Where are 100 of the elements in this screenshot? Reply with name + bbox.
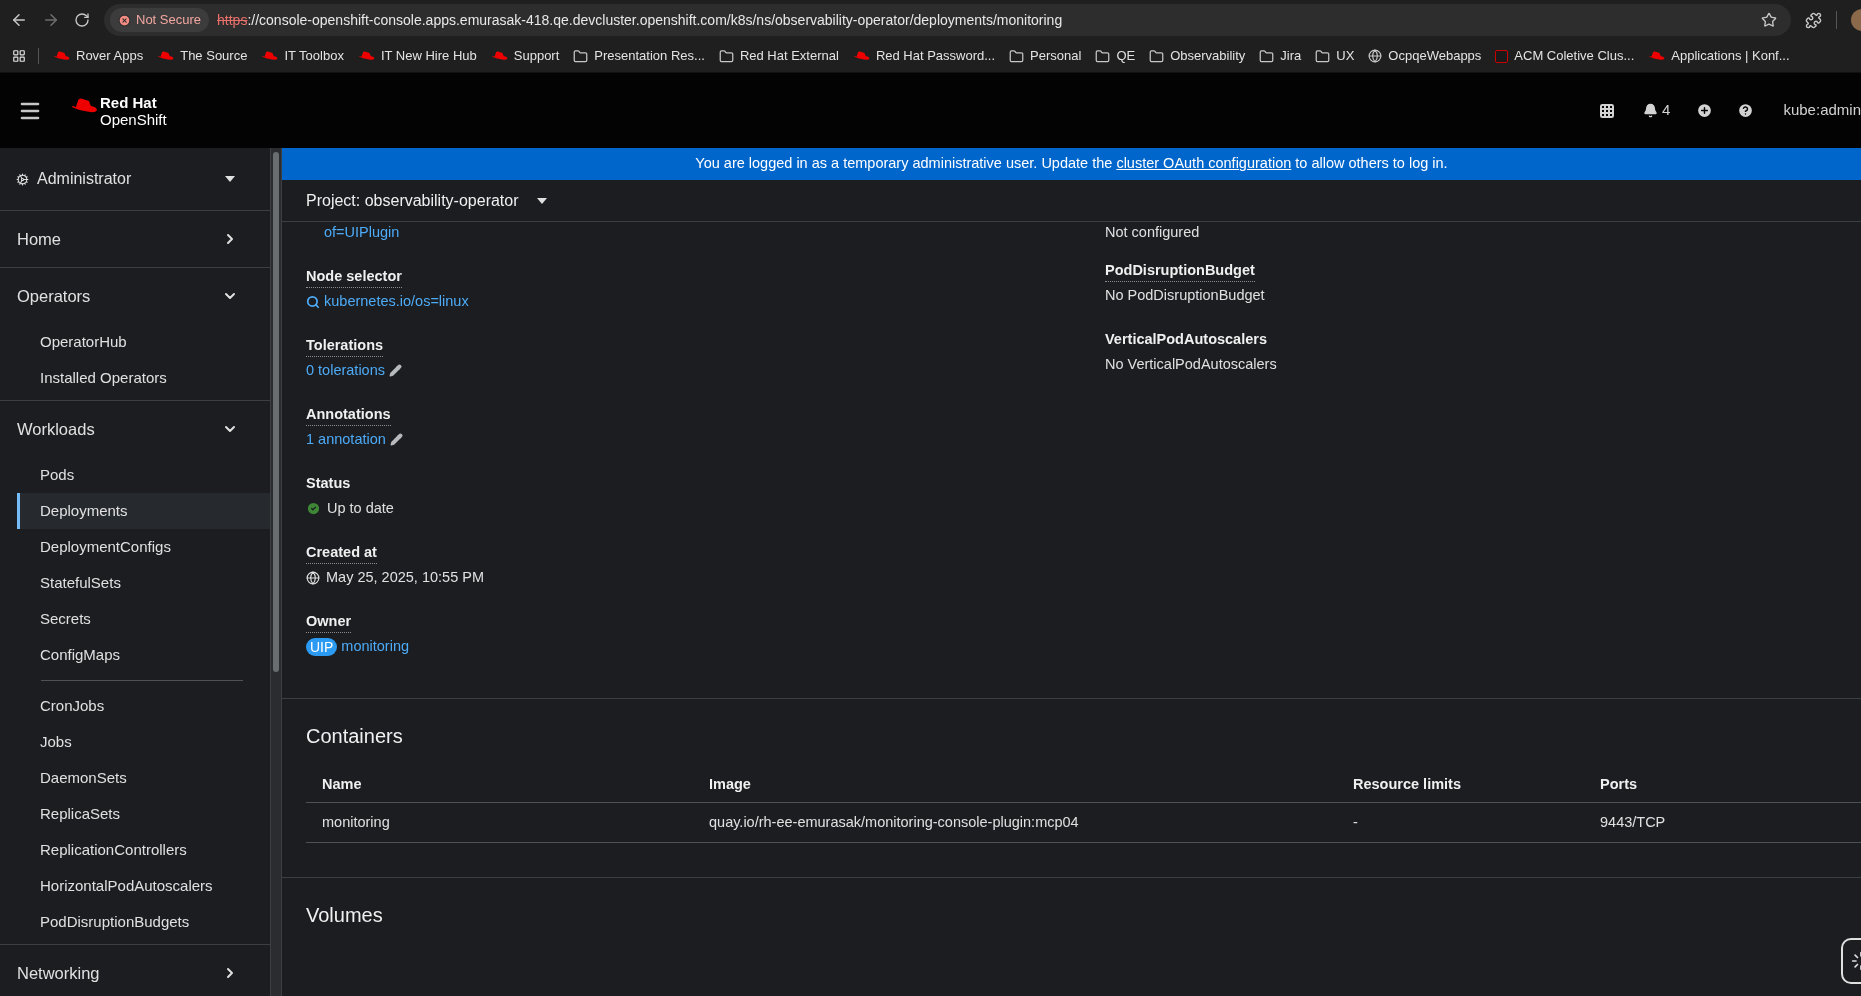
nav-item[interactable]: PodDisruptionBudgets	[17, 904, 270, 940]
field-label: Status	[306, 474, 351, 493]
app-launcher-icon[interactable]	[1599, 102, 1616, 119]
security-chip[interactable]: Not Secure	[110, 8, 210, 32]
node-selector-link[interactable]: kubernetes.io/os=linux	[306, 291, 1105, 312]
banner-message: You are logged in as a temporary administrative user. Update the cluster OAuth configuration to allow others to log in.	[695, 154, 1448, 174]
caret-icon	[536, 197, 547, 204]
nav-item[interactable]: StatefulSets	[17, 565, 270, 601]
brand-logo[interactable]: Red Hat OpenShift	[70, 93, 167, 128]
nav-item[interactable]: OperatorHub	[17, 324, 270, 360]
warning-icon	[118, 13, 131, 27]
app-icon	[1495, 49, 1509, 63]
nav-item[interactable]: Jobs	[17, 724, 270, 760]
fedora-hat-icon	[490, 50, 508, 62]
field-label: Node selector	[306, 266, 402, 288]
field-value: Not configured	[1105, 223, 1201, 242]
cogs-icon	[16, 172, 29, 186]
column-header: Ports	[1599, 774, 1639, 794]
nav-item[interactable]: Pods	[17, 457, 270, 493]
bookmark-item[interactable]: The Source	[157, 46, 248, 66]
nav-item[interactable]: ConfigMaps	[17, 637, 270, 673]
folder-icon	[718, 48, 734, 64]
bookmark-item[interactable]: Rover Apps	[53, 46, 144, 66]
back-icon[interactable]	[10, 11, 28, 29]
nav-section[interactable]: Home	[0, 211, 270, 267]
address-bar[interactable]: Not Secure https://console-openshift-console.apps.emurasak-418.qe.devcluster.openshift.com/k8s/ns/observability-operator/deployments/monitoring	[104, 4, 1791, 36]
bookmark-item[interactable]: Observability	[1149, 46, 1246, 66]
check-circle-icon	[306, 501, 321, 516]
project-dropdown[interactable]: Project: observability-operator	[306, 188, 547, 213]
bookmark-item[interactable]: Applications | Konf...	[1648, 46, 1790, 66]
sidebar-scrollbar[interactable]	[270, 148, 282, 996]
nav-section[interactable]: Workloads	[0, 401, 270, 457]
bell-icon	[1643, 103, 1659, 118]
bookmark-item[interactable]: Presentation Res...	[573, 46, 705, 66]
column-header: Image	[708, 774, 752, 794]
field-label: Annotations	[306, 404, 391, 426]
bookmark-item[interactable]: IT Toolbox	[261, 46, 344, 66]
field-value: No PodDisruptionBudget	[1105, 287, 1265, 303]
nav-item[interactable]: Secrets	[17, 601, 270, 637]
table-cell-text: 9443/TCP	[1599, 812, 1667, 832]
fedora-hat-icon	[1648, 50, 1666, 62]
search-icon	[306, 294, 320, 309]
field-label: Owner	[306, 611, 352, 633]
fedora-hat-icon	[261, 50, 279, 62]
owner-link[interactable]: monitoring	[341, 636, 410, 657]
nav-item[interactable]: DaemonSets	[17, 760, 270, 796]
fedora-hat-icon	[157, 50, 175, 62]
nav-item[interactable]: Deployments	[17, 493, 270, 529]
reload-icon[interactable]	[74, 12, 90, 28]
folder-icon	[573, 48, 589, 64]
bookmark-item[interactable]: ACM Coletive Clus...	[1495, 46, 1635, 66]
bookmark-item[interactable]: UX	[1315, 46, 1355, 66]
table-cell-text: monitoring	[321, 812, 391, 832]
status-text: Up to date	[327, 499, 394, 518]
nav-item[interactable]: ReplicaSets	[17, 796, 270, 832]
folder-icon	[1149, 48, 1165, 64]
bookmark-item[interactable]: Jira	[1259, 46, 1302, 66]
field-label: Created at	[306, 542, 377, 564]
field-label: VerticalPodAutoscalers	[1105, 330, 1267, 349]
user-menu[interactable]: kube:admin	[1783, 99, 1861, 122]
pencil-icon[interactable]	[389, 364, 402, 377]
bookmark-item[interactable]: OcpqeWebapps	[1368, 46, 1482, 66]
nav-item[interactable]: CronJobs	[17, 688, 270, 724]
star-icon[interactable]	[1761, 12, 1777, 28]
folder-icon	[1009, 48, 1025, 64]
value-link[interactable]: 1 annotation	[306, 429, 386, 450]
nav-item[interactable]: ReplicationControllers	[17, 832, 270, 868]
extensions-icon[interactable]	[1805, 11, 1822, 29]
forward-icon[interactable]	[42, 11, 60, 29]
section-heading: Containers	[306, 724, 404, 749]
oauth-link[interactable]: cluster OAuth configuration	[1116, 155, 1292, 172]
bookmark-item[interactable]: IT New Hire Hub	[357, 46, 477, 66]
bookmark-item[interactable]: Support	[490, 46, 560, 66]
table-cell-text: quay.io/rh-ee-emurasak/monitoring-console-plugin:mcp04	[708, 812, 1080, 832]
bookmark-item[interactable]: QE	[1095, 46, 1136, 66]
timestamp-text: May 25, 2025, 10:55 PM	[326, 568, 484, 587]
notifications-button[interactable]: 4	[1643, 99, 1671, 122]
nav-item[interactable]: Installed Operators	[17, 360, 270, 396]
add-icon[interactable]	[1696, 102, 1714, 119]
bookmark-item[interactable]: Personal	[1009, 46, 1082, 66]
help-icon[interactable]	[1737, 102, 1755, 119]
folder-icon	[1315, 48, 1331, 64]
caret-icon	[225, 176, 235, 182]
value-link[interactable]: 0 tolerations	[306, 360, 385, 381]
pencil-icon[interactable]	[389, 433, 403, 446]
bookmark-item[interactable]: Red Hat External	[718, 46, 839, 66]
value-link[interactable]: of=UIPlugin	[306, 222, 1105, 242]
bookmark-item[interactable]: Red Hat Password...	[852, 46, 996, 66]
fedora-hat-icon	[852, 50, 870, 62]
nav-item[interactable]: DeploymentConfigs	[17, 529, 270, 565]
field-label: PodDisruptionBudget	[1105, 260, 1255, 282]
nav-section[interactable]: Operators	[0, 268, 270, 324]
column-header: Resource limits	[1352, 774, 1462, 794]
fedora-hat-icon	[53, 50, 70, 62]
field-label: Tolerations	[306, 335, 384, 357]
table-cell-text: -	[1352, 812, 1359, 832]
fedora-hat-icon	[357, 50, 375, 62]
apps-icon[interactable]	[12, 49, 26, 63]
nav-section[interactable]: Networking	[0, 945, 270, 996]
nav-item[interactable]: HorizontalPodAutoscalers	[17, 868, 270, 904]
